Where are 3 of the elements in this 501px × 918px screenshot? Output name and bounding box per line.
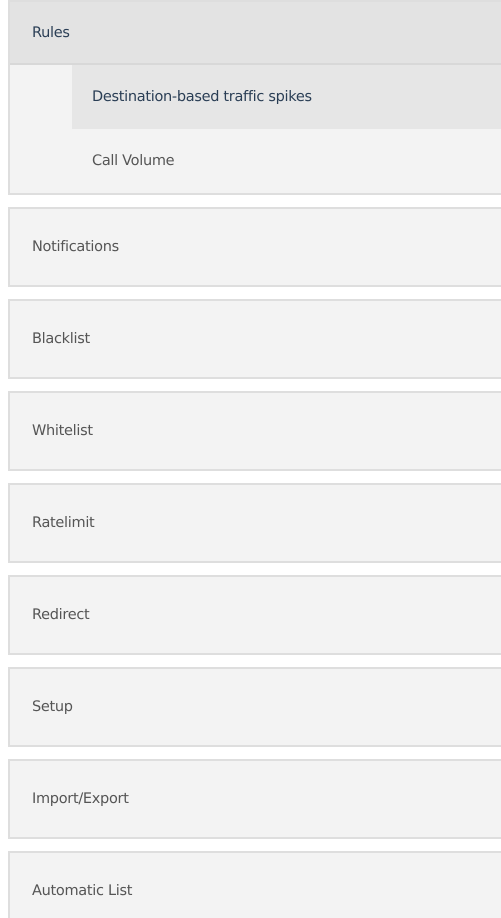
section-header[interactable]: Rules bbox=[10, 2, 501, 65]
submenu-item[interactable]: Call Volume bbox=[72, 129, 501, 193]
submenu-item[interactable]: Destination-based traffic spikes bbox=[72, 65, 501, 129]
